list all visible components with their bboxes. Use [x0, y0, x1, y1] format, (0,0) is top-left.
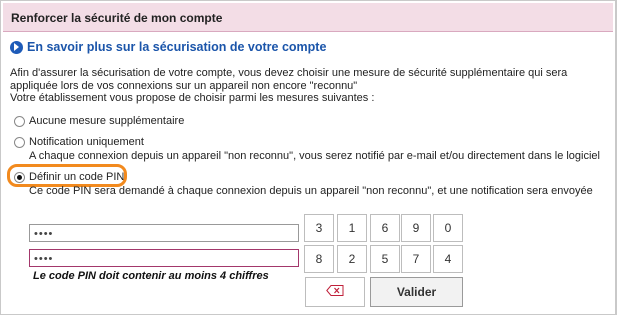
intro-line-1: Afin d'assurer la sécurisation de votre …: [10, 67, 568, 79]
chevron-right-icon: [10, 40, 23, 54]
pin-field[interactable]: ••••: [29, 224, 299, 242]
radio-notification[interactable]: [14, 136, 25, 148]
option-no-measure-label[interactable]: Aucune mesure supplémentaire: [29, 115, 184, 127]
backspace-icon: [326, 285, 344, 299]
keypad-key[interactable]: 7: [401, 245, 431, 273]
intro-line-2: appliquée lors de vos connexions sur un …: [10, 79, 358, 92]
pin-confirm-field[interactable]: ••••: [29, 249, 299, 267]
pin-error-message: Le code PIN doit contenir au moins 4 chi…: [33, 270, 269, 282]
backspace-button[interactable]: [305, 277, 365, 307]
keypad-key[interactable]: 1: [337, 214, 367, 242]
keypad-key[interactable]: 6: [370, 214, 400, 242]
option-no-measure[interactable]: Aucune mesure supplémentaire: [14, 114, 184, 128]
intro-text: Afin d'assurer la sécurisation de votre …: [10, 67, 610, 105]
option-notification[interactable]: Notification uniquement: [14, 135, 144, 149]
panel-header: Renforcer la sécurité de mon compte: [3, 3, 613, 32]
option-pin[interactable]: Définir un code PIN: [14, 170, 124, 184]
option-pin-label[interactable]: Définir un code PIN: [29, 171, 124, 183]
keypad-key[interactable]: 3: [304, 214, 334, 242]
info-link[interactable]: En savoir plus sur la sécurisation de vo…: [10, 39, 326, 55]
option-pin-description: Ce code PIN sera demandé à chaque connex…: [29, 185, 593, 197]
info-link-label[interactable]: En savoir plus sur la sécurisation de vo…: [27, 40, 326, 54]
option-notification-label[interactable]: Notification uniquement: [29, 136, 144, 148]
keypad-key[interactable]: 0: [433, 214, 463, 242]
radio-pin[interactable]: [14, 171, 25, 183]
validate-button[interactable]: Valider: [370, 277, 463, 307]
keypad-key[interactable]: 8: [304, 245, 334, 273]
keypad-key[interactable]: 9: [401, 214, 431, 242]
radio-no-measure[interactable]: [14, 115, 25, 127]
keypad-key[interactable]: 5: [370, 245, 400, 273]
security-panel: Renforcer la sécurité de mon compte En s…: [0, 0, 617, 315]
panel-title: Renforcer la sécurité de mon compte: [11, 11, 223, 25]
keypad-key[interactable]: 2: [337, 245, 367, 273]
intro-line-3: Votre établissement vous propose de choi…: [10, 92, 375, 104]
option-notification-description: A chaque connexion depuis un appareil "n…: [29, 150, 600, 162]
keypad-key[interactable]: 4: [433, 245, 463, 273]
